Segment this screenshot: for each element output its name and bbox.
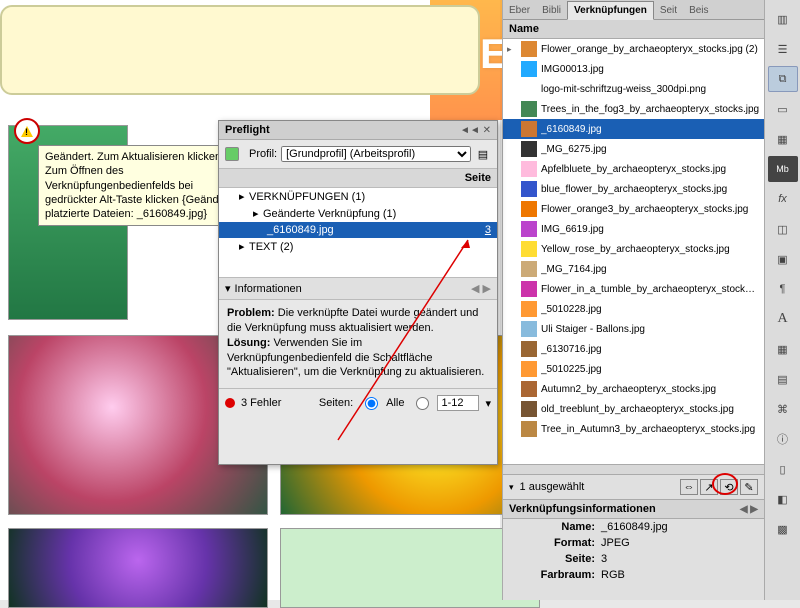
links-panel: EberBibliVerknüpfungenSeitBeis Name ▸Flo…	[502, 0, 764, 600]
tab-beis[interactable]: Beis	[683, 2, 714, 19]
link-row[interactable]: _MG_6275.jpg	[503, 139, 764, 159]
info-section-header[interactable]: ▾Informationen ◀ ▶	[219, 278, 497, 300]
error-page-link[interactable]: 3	[485, 224, 491, 236]
link-info-list: Name:_6160849.jpgFormat:JPEGSeite:3Farbr…	[503, 519, 764, 583]
tree-text-group[interactable]: ▸TEXT (2)	[219, 238, 497, 255]
link-row[interactable]: Trees_in_the_fog3_by_archaeopteryx_stock…	[503, 99, 764, 119]
profile-embed-icon[interactable]: ▤	[475, 148, 491, 161]
link-info-row: Farbraum:RGB	[503, 567, 764, 583]
tree-modified-group[interactable]: ▸Geänderte Verknüpfung (1)	[219, 205, 497, 222]
goto-link-button[interactable]: ↗	[700, 479, 718, 495]
modified-link-badge[interactable]	[14, 118, 40, 144]
table-panel-icon[interactable]: ▦	[768, 336, 798, 362]
link-row[interactable]: _6160849.jpg	[503, 119, 764, 139]
link-row[interactable]: _5010228.jpg	[503, 299, 764, 319]
link-row[interactable]: Uli Staiger - Ballons.jpg	[503, 319, 764, 339]
preflight-columns: Seite	[219, 168, 497, 188]
preflight-error-tree[interactable]: ▸VERKNÜPFUNGEN (1) ▸Geänderte Verknüpfun…	[219, 188, 497, 278]
link-info-nav[interactable]: ◀ ▶	[740, 504, 758, 515]
pages-label: Seiten:	[319, 397, 353, 409]
link-row[interactable]: ▸Flower_orange_by_archaeopteryx_stocks.j…	[503, 39, 764, 59]
text-wrap-icon[interactable]: ▤	[768, 366, 798, 392]
effects-panel-icon[interactable]: fx	[768, 186, 798, 212]
info-body: Problem: Die verknüpfte Datei wurde geän…	[219, 300, 497, 388]
link-row[interactable]: IMG00013.jpg	[503, 59, 764, 79]
paragraph-panel-icon[interactable]: ¶	[768, 276, 798, 302]
warning-icon	[21, 126, 33, 137]
tab-eber[interactable]: Eber	[503, 2, 536, 19]
placed-image-4[interactable]	[8, 528, 268, 608]
align-panel-icon[interactable]: ▣	[768, 246, 798, 272]
link-row[interactable]: blue_flower_by_archaeopteryx_stocks.jpg	[503, 179, 764, 199]
links-panel-icon[interactable]: ⧉	[768, 66, 798, 92]
edit-original-button[interactable]: ✎	[740, 479, 758, 495]
link-row[interactable]: Flower_in_a_tumble_by_archaeopteryx_stoc…	[503, 279, 764, 299]
tree-error-file[interactable]: _6160849.jpg3	[219, 222, 497, 238]
object-styles-icon[interactable]: ◫	[768, 216, 798, 242]
selected-count: 1 ausgewählt	[520, 481, 585, 493]
link-row[interactable]: _5010225.jpg	[503, 359, 764, 379]
link-row[interactable]: Tree_in_Autumn3_by_archaeopteryx_stocks.…	[503, 419, 764, 439]
pages-range-radio[interactable]	[416, 397, 429, 410]
link-row[interactable]: Flower_orange3_by_archaeopteryx_stocks.j…	[503, 199, 764, 219]
link-info-row: Format:JPEG	[503, 535, 764, 551]
link-row[interactable]: Yellow_rose_by_archaeopteryx_stocks.jpg	[503, 239, 764, 259]
link-row[interactable]: old_treeblunt_by_archaeopteryx_stocks.jp…	[503, 399, 764, 419]
links-column-header[interactable]: Name	[503, 20, 764, 39]
color-panel-icon[interactable]: ◧	[768, 486, 798, 512]
preflight-panel: Preflight ◄◄ ✕ Profil: [Grundprofil] (Ar…	[218, 120, 498, 465]
info-panel-icon[interactable]: ⓘ	[768, 426, 798, 452]
link-info-row: Seite:3	[503, 551, 764, 567]
tab-bibli[interactable]: Bibli	[536, 2, 567, 19]
tab-seit[interactable]: Seit	[654, 2, 683, 19]
placed-image-5[interactable]	[280, 528, 540, 608]
links-list[interactable]: ▸Flower_orange_by_archaeopteryx_stocks.j…	[503, 39, 764, 464]
profile-select[interactable]: [Grundprofil] (Arbeitsprofil)	[281, 146, 471, 162]
library-panel-icon[interactable]: ▯	[768, 456, 798, 482]
preflight-title: Preflight	[225, 124, 270, 136]
preflight-toggle[interactable]	[225, 147, 239, 161]
pages-panel-icon[interactable]: ▥	[768, 6, 798, 32]
link-row[interactable]: _MG_7164.jpg	[503, 259, 764, 279]
character-panel-icon[interactable]: A	[768, 306, 798, 332]
link-row[interactable]: Autumn2_by_archaeopteryx_stocks.jpg	[503, 379, 764, 399]
story-panel-icon[interactable]: ⌘	[768, 396, 798, 422]
links-scrollbar[interactable]	[503, 464, 764, 474]
mb-panel-icon[interactable]: Mb	[768, 156, 798, 182]
relink-button[interactable]: ⇔	[680, 479, 698, 495]
preflight-status-bar: 3 Fehler Seiten: Alle 1-12 ▾	[219, 388, 497, 417]
preflight-titlebar[interactable]: Preflight ◄◄ ✕	[219, 121, 497, 140]
link-row[interactable]: _6130716.jpg	[503, 339, 764, 359]
tree-links-group[interactable]: ▸VERKNÜPFUNGEN (1)	[219, 188, 497, 205]
update-link-button[interactable]: ⟲	[720, 479, 738, 495]
panel-window-controls[interactable]: ◄◄ ✕	[460, 125, 491, 136]
pages-range-input[interactable]: 1-12	[437, 395, 479, 411]
error-count: 3 Fehler	[241, 397, 281, 409]
panel-tabs: EberBibliVerknüpfungenSeitBeis	[503, 0, 764, 20]
yellow-frame[interactable]	[0, 5, 480, 95]
info-nav-arrows[interactable]: ◀ ▶	[471, 282, 491, 295]
pages-menu-icon[interactable]: ▾	[485, 397, 491, 410]
swatches-panel-icon[interactable]: ▦	[768, 126, 798, 152]
profile-label: Profil:	[249, 148, 277, 160]
gradient-panel-icon[interactable]: ▩	[768, 516, 798, 542]
right-toolstrip: ▥ ☰ ⧉ ▭ ▦ Mb fx ◫ ▣ ¶ A ▦ ▤ ⌘ ⓘ ▯ ◧ ▩	[764, 0, 800, 600]
links-status-bar: ▾ 1 ausgewählt ⇔ ↗ ⟲ ✎	[503, 474, 764, 499]
tab-verknüpfungen[interactable]: Verknüpfungen	[567, 1, 654, 20]
layers-panel-icon[interactable]: ☰	[768, 36, 798, 62]
link-row[interactable]: logo-mit-schriftzug-weiss_300dpi.png	[503, 79, 764, 99]
stroke-panel-icon[interactable]: ▭	[768, 96, 798, 122]
link-row[interactable]: IMG_6619.jpg	[503, 219, 764, 239]
link-warning-tooltip: Geändert. Zum Aktualisieren klicken. Zum…	[38, 145, 248, 226]
error-status-icon	[225, 398, 235, 408]
pages-all-radio[interactable]	[365, 397, 378, 410]
link-info-header[interactable]: Verknüpfungsinformationen ◀ ▶	[503, 499, 764, 519]
col-page[interactable]: Seite	[465, 172, 491, 184]
link-info-row: Name:_6160849.jpg	[503, 519, 764, 535]
link-row[interactable]: Apfelbluete_by_archaeopteryx_stocks.jpg	[503, 159, 764, 179]
